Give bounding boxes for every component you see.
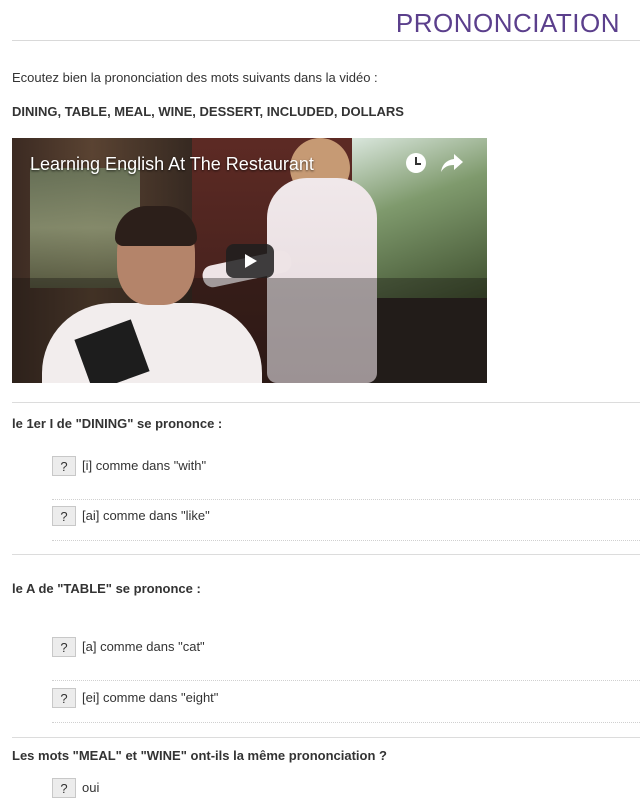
question-1: le 1er I de "DINING" se prononce : [12, 416, 223, 431]
question-2: le A de "TABLE" se prononce : [12, 581, 201, 596]
option-divider [52, 722, 640, 723]
option-divider [52, 680, 640, 681]
instruction-text: Ecoutez bien la prononciation des mots s… [12, 70, 378, 85]
reveal-button[interactable]: ? [52, 456, 76, 476]
answer-option[interactable]: ? [ei] comme dans "eight" [52, 688, 640, 712]
answer-label: oui [82, 780, 100, 795]
section-divider [12, 737, 640, 738]
answer-label: [i] comme dans "with" [82, 458, 207, 473]
title-divider [12, 40, 640, 41]
option-divider [52, 540, 640, 541]
answer-label: [a] comme dans "cat" [82, 639, 205, 654]
section-divider [12, 402, 640, 403]
reveal-button[interactable]: ? [52, 637, 76, 657]
reveal-button[interactable]: ? [52, 688, 76, 708]
answer-label: [ei] comme dans "eight" [82, 690, 219, 705]
answer-option[interactable]: ? [ai] comme dans "like" [52, 506, 640, 530]
video-player[interactable]: Learning English At The Restaurant [12, 138, 487, 383]
reveal-button[interactable]: ? [52, 778, 76, 798]
reveal-button[interactable]: ? [52, 506, 76, 526]
clock-icon[interactable] [406, 153, 426, 173]
video-title[interactable]: Learning English At The Restaurant [30, 154, 314, 175]
video-figure-man-hair [115, 206, 197, 246]
answer-option[interactable]: ? [i] comme dans "with" [52, 456, 640, 480]
question-3: Les mots "MEAL" et "WINE" ont-ils la mêm… [12, 748, 387, 763]
answer-option[interactable]: ? oui [52, 778, 640, 802]
answer-option[interactable]: ? [a] comme dans "cat" [52, 637, 640, 661]
page-title: PRONONCIATION [395, 8, 620, 38]
share-icon[interactable] [440, 152, 464, 174]
answer-label: [ai] comme dans "like" [82, 508, 210, 523]
option-divider [52, 499, 640, 500]
play-icon[interactable] [226, 244, 274, 278]
word-list: DINING, TABLE, MEAL, WINE, DESSERT, INCL… [12, 104, 404, 119]
section-divider [12, 554, 640, 555]
